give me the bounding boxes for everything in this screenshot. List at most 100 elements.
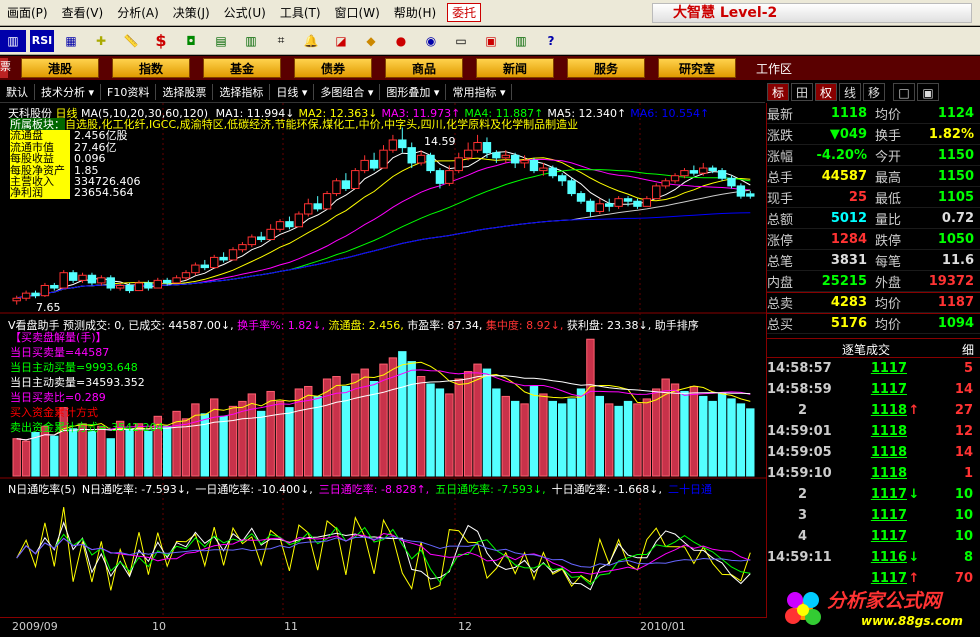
menu-view-screen[interactable]: 画面(P) bbox=[0, 4, 55, 21]
candle-body bbox=[172, 277, 181, 284]
tick-time: 2 bbox=[797, 403, 807, 418]
window-icon[interactable]: ▭ bbox=[448, 30, 474, 52]
info-rows: 流通盘 2.456亿股 流通市值 27.46亿 每股收益 0.096 每股净资产 1.85 主营… bbox=[10, 130, 578, 199]
quote-value: 44587 bbox=[821, 168, 867, 184]
subbar-daily[interactable]: 日线 ▾ bbox=[270, 83, 315, 100]
bars2-icon[interactable]: ▥ bbox=[238, 30, 264, 52]
candle-body bbox=[153, 279, 162, 289]
tab-line[interactable]: 线 bbox=[839, 83, 861, 101]
layout-icon[interactable]: ▣ bbox=[478, 30, 504, 52]
tick-time: 14:59:11 bbox=[767, 550, 832, 565]
quote-label: 最低 bbox=[875, 191, 902, 207]
nav-bond[interactable]: 债券 bbox=[294, 58, 372, 78]
volume-bar bbox=[275, 400, 285, 477]
tick-list[interactable]: 14:58:57 1117 5 14:58:59 1117 14 2 1118 ↑ 27 14:59… bbox=[767, 358, 980, 598]
tab-grid[interactable]: 田 bbox=[791, 83, 813, 101]
quote-label: 涨幅 bbox=[767, 149, 794, 165]
quote-label: 总笔 bbox=[767, 254, 794, 270]
info-label: 净利润 bbox=[10, 187, 70, 199]
candle-body bbox=[736, 185, 746, 197]
binocular-icon[interactable]: ⌗ bbox=[268, 30, 294, 52]
chart-icon[interactable]: ▥ bbox=[0, 29, 26, 52]
volume-bar bbox=[31, 431, 40, 477]
bars-icon[interactable]: ▤ bbox=[208, 30, 234, 52]
dollar-icon[interactable]: $ bbox=[148, 30, 174, 52]
chart-red-icon[interactable]: ◪ bbox=[328, 30, 354, 52]
subbar-default[interactable]: 默认 bbox=[0, 83, 35, 100]
subbar-multi[interactable]: 多图组合 ▾ bbox=[314, 83, 381, 100]
candle-body bbox=[605, 203, 614, 207]
nav-fund[interactable]: 基金 bbox=[203, 58, 281, 78]
nav-commodity[interactable]: 商品 bbox=[385, 58, 463, 78]
menu-window[interactable]: 窗口(W) bbox=[328, 4, 387, 21]
crosshair-icon[interactable]: ✚ bbox=[88, 30, 114, 52]
candle-body bbox=[699, 167, 708, 174]
candle-body bbox=[125, 284, 134, 292]
subbar-common[interactable]: 常用指标 ▾ bbox=[446, 83, 513, 100]
rsi-icon[interactable]: RSI bbox=[30, 29, 54, 52]
tick-volume: 14 bbox=[954, 382, 973, 397]
tab-move[interactable]: 移 bbox=[863, 83, 885, 101]
quote-tabs: 标 田 权 线 移 □ ▣ bbox=[767, 81, 980, 103]
alarm-icon[interactable]: 🔔 bbox=[298, 30, 324, 52]
subbar-select-stock[interactable]: 选择股票 bbox=[156, 83, 214, 100]
candle-body bbox=[50, 284, 59, 289]
nav-left-label[interactable]: 票 bbox=[0, 58, 11, 78]
tick-price: 1117 bbox=[870, 361, 907, 376]
candle-body bbox=[614, 198, 623, 207]
nav-research[interactable]: 研究室 bbox=[658, 58, 736, 78]
quote-value: 1150 bbox=[937, 147, 974, 163]
info-row: 每股收益 0.096 bbox=[10, 153, 578, 165]
volume-bar bbox=[219, 415, 228, 477]
help-icon[interactable]: ? bbox=[538, 30, 564, 52]
grid-icon[interactable]: ▦ bbox=[58, 30, 84, 52]
menu-decision[interactable]: 决策(J) bbox=[166, 4, 217, 21]
nav-news[interactable]: 新闻 bbox=[476, 58, 554, 78]
tab-right[interactable]: 权 bbox=[815, 83, 837, 101]
stock-icon[interactable]: ● bbox=[388, 30, 414, 52]
tick-detail-button[interactable]: 细 bbox=[962, 341, 974, 358]
diamond-icon[interactable]: ◆ bbox=[358, 30, 384, 52]
menu-analysis[interactable]: 分析(A) bbox=[110, 4, 166, 21]
vol-stat-label: 【买卖盘解量(手)】 bbox=[10, 331, 107, 344]
tick-row: 14:59:05 1118 14 bbox=[767, 442, 980, 463]
subbar-select-ind[interactable]: 选择指标 bbox=[213, 83, 271, 100]
nav-hk-stocks[interactable]: 港股 bbox=[21, 58, 99, 78]
candle-body bbox=[661, 180, 670, 187]
books-icon[interactable]: ▥ bbox=[508, 30, 534, 52]
menu-formula[interactable]: 公式(U) bbox=[217, 4, 273, 21]
volume-bar bbox=[670, 383, 680, 477]
menu-view[interactable]: 查看(V) bbox=[55, 4, 111, 21]
tab-window[interactable]: □ bbox=[893, 83, 915, 101]
nav-index[interactable]: 指数 bbox=[112, 58, 190, 78]
vol-stat-label: 当日买卖比=0.289 bbox=[10, 391, 106, 404]
quote-value: ▼049 bbox=[829, 126, 867, 142]
menu-tools[interactable]: 工具(T) bbox=[273, 4, 328, 21]
globe-icon[interactable]: ◉ bbox=[418, 30, 444, 52]
subbar-f10[interactable]: F10资料 bbox=[101, 83, 157, 100]
nav-workspace[interactable]: 工作区 bbox=[756, 60, 792, 77]
tick-row: 3 1117 10 bbox=[767, 505, 980, 526]
tick-row: 14:59:11 1116 ↓ 8 bbox=[767, 547, 980, 568]
subbar-overlay[interactable]: 图形叠加 ▾ bbox=[380, 83, 447, 100]
candle-body bbox=[228, 249, 238, 261]
menu-help[interactable]: 帮助(H) bbox=[387, 4, 443, 21]
link-icon[interactable]: ◘ bbox=[178, 30, 204, 52]
ruler-icon[interactable]: 📏 bbox=[118, 30, 144, 52]
chart-area[interactable]: 天科股份 日线 MA(5,10,20,30,60,120) MA1: 11.99… bbox=[0, 103, 767, 617]
vol-tail: 助手排序 bbox=[654, 319, 699, 332]
quote-label: 涨跌 bbox=[767, 128, 794, 144]
quote-value: 0.72 bbox=[941, 210, 974, 226]
volume-bar bbox=[369, 380, 379, 477]
subbar-tech[interactable]: 技术分析 ▾ bbox=[35, 83, 102, 100]
brand-banner: 大智慧 Level-2 bbox=[652, 3, 972, 23]
nav-service[interactable]: 服务 bbox=[567, 58, 645, 78]
tab-max[interactable]: ▣ bbox=[917, 83, 939, 101]
tab-mark[interactable]: 标 bbox=[767, 83, 789, 101]
menu-entrust[interactable]: 委托 bbox=[447, 3, 482, 22]
candle-body bbox=[670, 175, 680, 182]
candle-body bbox=[680, 170, 689, 177]
volume-bar bbox=[633, 403, 642, 477]
quote-label: 总买 bbox=[767, 318, 794, 333]
menu-bar: 画面(P) 查看(V) 分析(A) 决策(J) 公式(U) 工具(T) 窗口(W… bbox=[0, 0, 980, 26]
